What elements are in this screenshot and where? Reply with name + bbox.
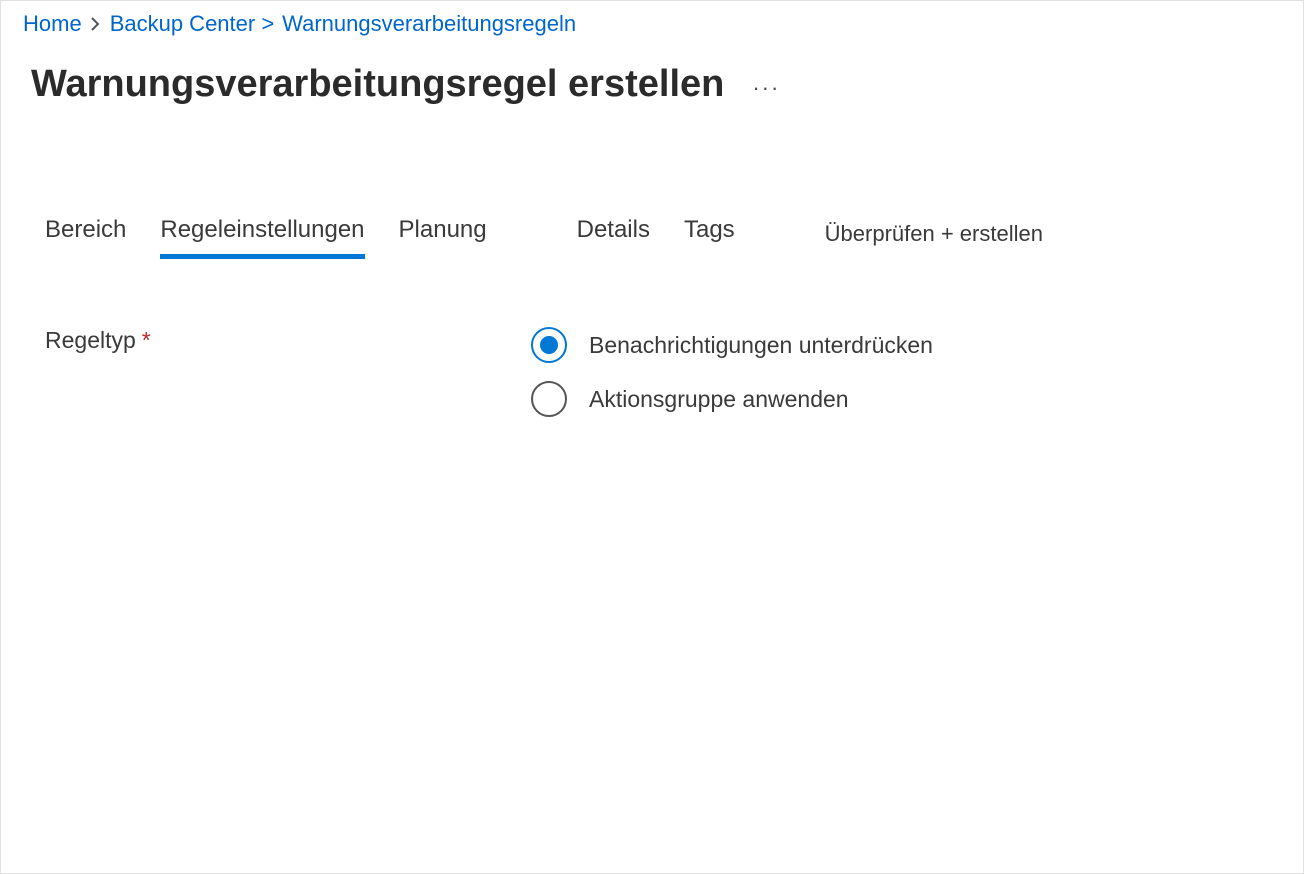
breadcrumb-rules[interactable]: Warnungsverarbeitungsregeln [282,11,576,37]
radio-button-icon [531,381,567,417]
rule-type-label: Regeltyp * [45,327,531,354]
radio-apply-action-group-label: Aktionsgruppe anwenden [589,386,849,413]
form-section: Regeltyp * Benachrichtigungen unterdrück… [1,259,1303,417]
breadcrumb: Home Backup Center > Warnungsverarbeitun… [1,1,1303,37]
tab-review-create[interactable]: Überprüfen + erstellen [825,221,1043,259]
more-actions-icon[interactable]: ··· [752,69,780,101]
tab-regeleinstellungen[interactable]: Regeleinstellungen [160,216,364,259]
radio-suppress-label: Benachrichtigungen unterdrücken [589,332,933,359]
rule-type-label-text: Regeltyp [45,327,136,354]
rule-type-radio-group: Benachrichtigungen unterdrücken Aktionsg… [531,327,933,417]
chevron-right-icon [90,16,102,32]
breadcrumb-home[interactable]: Home [23,11,82,37]
tab-details[interactable]: Details [577,216,650,259]
breadcrumb-backup-center[interactable]: Backup Center > [110,11,274,37]
page-title: Warnungsverarbeitungsregel erstellen [31,63,724,106]
tabs: Bereich Regeleinstellungen Planung Detai… [1,106,1303,259]
radio-button-icon [531,327,567,363]
radio-apply-action-group[interactable]: Aktionsgruppe anwenden [531,381,933,417]
page-title-row: Warnungsverarbeitungsregel erstellen ··· [1,37,1303,106]
required-mark: * [142,327,151,354]
tab-bereich[interactable]: Bereich [45,216,126,259]
tab-tags[interactable]: Tags [684,216,735,259]
tab-planung[interactable]: Planung [399,216,487,259]
radio-suppress-notifications[interactable]: Benachrichtigungen unterdrücken [531,327,933,363]
